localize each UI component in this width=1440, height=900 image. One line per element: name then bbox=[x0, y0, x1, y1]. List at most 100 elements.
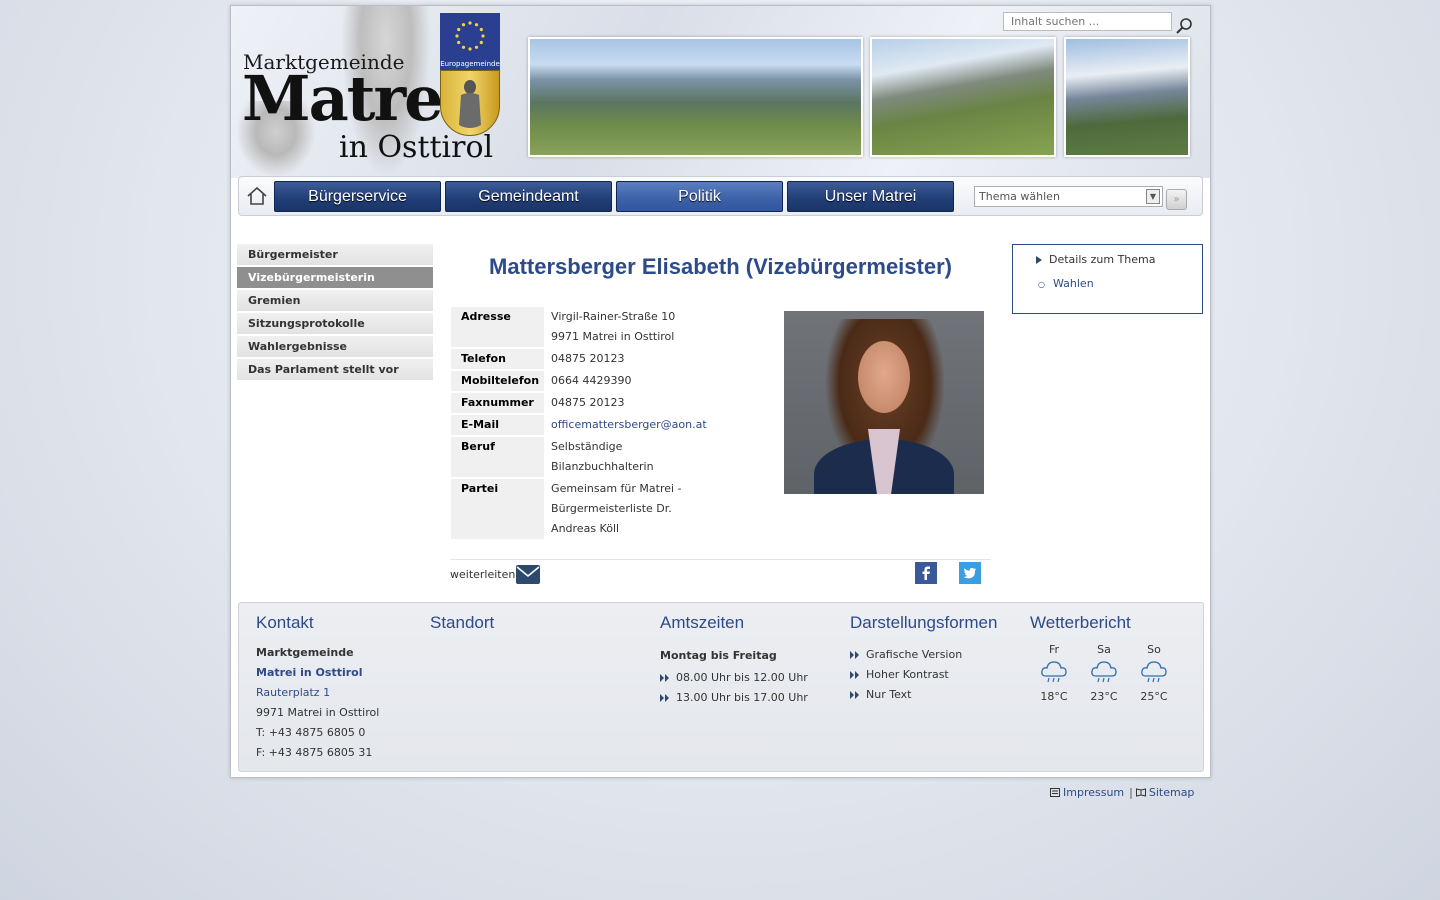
weather-day: So 25°C bbox=[1129, 643, 1179, 703]
table-row: Mobiltelefon 0664 4429390 bbox=[451, 371, 707, 391]
amtszeiten-morning: 08.00 Uhr bis 12.00 Uhr bbox=[676, 671, 808, 684]
panorama-photo-1 bbox=[528, 37, 863, 157]
row-label: Telefon bbox=[451, 349, 545, 369]
row-label: Adresse bbox=[451, 307, 545, 347]
logo-matrei[interactable]: Matrei bbox=[242, 68, 465, 130]
twitter-icon[interactable] bbox=[959, 562, 981, 584]
home-icon[interactable] bbox=[246, 185, 268, 207]
facebook-icon[interactable] bbox=[915, 562, 937, 584]
occupation-line: Selbständige bbox=[551, 440, 623, 453]
footer-standort: Standort bbox=[430, 613, 494, 643]
wahlen-link[interactable]: Wahlen bbox=[1038, 277, 1202, 290]
sidebar-item-wahlergebnisse[interactable]: Wahlergebnisse bbox=[237, 336, 433, 357]
double-chevron-icon bbox=[850, 691, 859, 699]
nav-gemeindeamt[interactable]: Gemeindeamt bbox=[445, 181, 612, 212]
address-line: Virgil-Rainer-Straße 10 bbox=[551, 310, 676, 323]
weather-forecast: Fr 18°C Sa 23°C So 25°C bbox=[1029, 643, 1179, 703]
triangle-bullet-icon bbox=[1036, 255, 1042, 264]
weather-day-label: So bbox=[1147, 643, 1161, 656]
kontakt-line: Marktgemeinde bbox=[256, 646, 354, 659]
panorama-photo-3 bbox=[1064, 37, 1190, 157]
sidebar-item-parlament[interactable]: Das Parlament stellt vor bbox=[237, 359, 433, 380]
weather-temp: 23°C bbox=[1090, 690, 1118, 703]
amtszeiten-heading: Amtszeiten bbox=[660, 613, 745, 632]
go-button[interactable]: » bbox=[1166, 189, 1187, 210]
page-container: Marktgemeinde Matrei in Osttirol Europag… bbox=[230, 5, 1211, 778]
table-row: Faxnummer 04875 20123 bbox=[451, 393, 707, 413]
nav-buergerservice[interactable]: Bürgerservice bbox=[274, 181, 441, 212]
nav-politik[interactable]: Politik bbox=[616, 181, 783, 212]
shield-icon bbox=[440, 70, 500, 136]
sidebar-item-gremien[interactable]: Gremien bbox=[237, 290, 433, 311]
table-row: E-Mail officemattersberger@aon.at bbox=[451, 415, 707, 435]
bottom-links: Impressum | Sitemap bbox=[1050, 786, 1194, 799]
double-chevron-icon bbox=[660, 694, 669, 702]
search-icon[interactable] bbox=[1174, 16, 1194, 36]
address-line: 9971 Matrei in Osttirol bbox=[551, 330, 675, 343]
sidebar-item-buergermeister[interactable]: Bürgermeister bbox=[237, 244, 433, 265]
sitemap-link[interactable]: Sitemap bbox=[1149, 786, 1195, 799]
row-value: Virgil-Rainer-Straße 10 9971 Matrei in O… bbox=[544, 307, 707, 347]
forward-link[interactable]: weiterleiten bbox=[450, 565, 541, 584]
row-label: Partei bbox=[451, 479, 545, 539]
row-value: Selbständige Bilanzbuchhalterin bbox=[544, 437, 707, 477]
topic-details-box: Details zum Thema Wahlen bbox=[1012, 244, 1203, 314]
double-chevron-icon bbox=[660, 674, 669, 682]
search-input[interactable] bbox=[1003, 12, 1172, 31]
email-link[interactable]: officemattersberger@aon.at bbox=[551, 418, 707, 431]
wetter-heading: Wetterbericht bbox=[1030, 613, 1131, 632]
main-content: Mattersberger Elisabeth (Vizebürgermeist… bbox=[450, 244, 991, 584]
party-line: Bürgermeisterliste Dr. bbox=[551, 502, 672, 515]
topic-select-value: Thema wählen bbox=[979, 190, 1060, 203]
double-chevron-icon bbox=[850, 651, 859, 659]
phone-value: 04875 20123 bbox=[551, 352, 625, 365]
table-row: Beruf Selbständige Bilanzbuchhalterin bbox=[451, 437, 707, 477]
row-label: Mobiltelefon bbox=[451, 371, 545, 391]
nav-unser-matrei[interactable]: Unser Matrei bbox=[787, 181, 954, 212]
topic-select[interactable]: Thema wählen ▼ bbox=[974, 186, 1163, 207]
table-row: Partei Gemeinsam für Matrei - Bürgermeis… bbox=[451, 479, 707, 539]
weather-day-label: Fr bbox=[1048, 643, 1060, 656]
kontakt-line: Rauterplatz 1 bbox=[256, 686, 331, 699]
footer-amtszeiten: Amtszeiten Montag bis Freitag 08.00 Uhr … bbox=[660, 613, 808, 708]
kontakt-line: 9971 Matrei in Osttirol bbox=[256, 706, 380, 719]
sidebar-item-vizebuergermeisterin[interactable]: Vizebürgermeisterin bbox=[237, 267, 433, 288]
site-header: Marktgemeinde Matrei in Osttirol Europag… bbox=[231, 6, 1210, 178]
weather-day: Fr 18°C bbox=[1029, 643, 1079, 703]
row-label: Faxnummer bbox=[451, 393, 545, 413]
site-footer: Kontakt Marktgemeinde Matrei in Osttirol… bbox=[238, 602, 1204, 772]
weather-day: Sa 23°C bbox=[1079, 643, 1129, 703]
sidebar-navigation: Bürgermeister Vizebürgermeisterin Gremie… bbox=[237, 244, 433, 382]
option-grafisch-label: Grafische Version bbox=[866, 648, 963, 661]
europagemeinde-label: Europagemeinde bbox=[440, 59, 500, 70]
amtszeiten-afternoon: 13.00 Uhr bis 17.00 Uhr bbox=[676, 691, 808, 704]
kontakt-fax: F: +43 4875 6805 31 bbox=[256, 746, 373, 759]
cloud-rain-icon bbox=[1091, 661, 1117, 683]
kontakt-phone: T: +43 4875 6805 0 bbox=[256, 726, 366, 739]
option-text[interactable]: Nur Text bbox=[850, 685, 997, 705]
standort-heading[interactable]: Standort bbox=[430, 613, 494, 643]
weather-temp: 25°C bbox=[1140, 690, 1168, 703]
footer-kontakt: Kontakt Marktgemeinde Matrei in Osttirol… bbox=[256, 613, 379, 763]
divider bbox=[450, 559, 991, 560]
impressum-icon bbox=[1050, 788, 1060, 797]
weather-day-label: Sa bbox=[1097, 643, 1111, 656]
mail-icon[interactable] bbox=[516, 565, 541, 584]
forward-label: weiterleiten bbox=[450, 568, 516, 581]
mobile-value: 0664 4429390 bbox=[551, 374, 632, 387]
double-chevron-icon bbox=[850, 671, 859, 679]
impressum-link[interactable]: Impressum bbox=[1063, 786, 1124, 799]
sitemap-icon bbox=[1135, 788, 1146, 797]
footer-wetter: Wetterbericht Fr 18°C Sa 23°C So 25°C bbox=[1030, 613, 1179, 703]
option-text-label: Nur Text bbox=[866, 688, 912, 701]
link-separator: | bbox=[1129, 786, 1133, 799]
chevron-down-icon[interactable]: ▼ bbox=[1146, 189, 1160, 204]
option-kontrast[interactable]: Hoher Kontrast bbox=[850, 665, 997, 685]
eu-flag-icon bbox=[440, 13, 500, 59]
row-value: Gemeinsam für Matrei - Bürgermeisterlist… bbox=[544, 479, 707, 539]
sidebar-item-sitzungsprotokolle[interactable]: Sitzungsprotokolle bbox=[237, 313, 433, 334]
page-title: Mattersberger Elisabeth (Vizebürgermeist… bbox=[489, 254, 952, 279]
option-grafisch[interactable]: Grafische Version bbox=[850, 645, 997, 665]
main-navigation: Bürgerservice Gemeindeamt Politik Unser … bbox=[238, 176, 1203, 216]
kontakt-line: Matrei in Osttirol bbox=[256, 666, 363, 679]
